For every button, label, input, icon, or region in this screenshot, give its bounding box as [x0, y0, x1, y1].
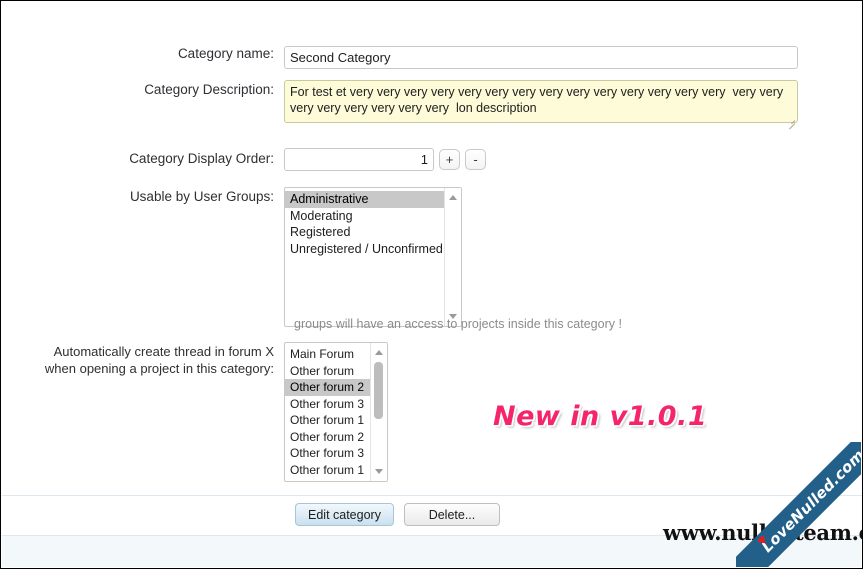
list-item[interactable]: Other forum 1: [285, 462, 371, 479]
category-description-textarea[interactable]: For test et very very very very very ver…: [284, 80, 798, 123]
field-row-auto-create-thread: Automatically create thread in forum X w…: [1, 342, 862, 482]
forum-scrollbar[interactable]: [370, 343, 387, 481]
form-actions: Edit category Delete...: [295, 503, 500, 526]
list-item[interactable]: Other forum 2: [285, 429, 371, 446]
label-display-order: Category Display Order:: [129, 151, 274, 166]
forum-listbox[interactable]: Main Forum Other forum Other forum 2 Oth…: [284, 342, 388, 482]
user-groups-listbox[interactable]: Administrative Moderating Registered Unr…: [284, 187, 462, 327]
field-row-category-name: Category name:: [1, 46, 862, 69]
edit-category-button[interactable]: Edit category: [295, 503, 394, 526]
scroll-up-icon[interactable]: [371, 345, 386, 360]
list-item[interactable]: Other forum 3: [285, 445, 371, 462]
display-order-decrement-button[interactable]: -: [465, 149, 486, 170]
display-order-increment-button[interactable]: +: [439, 149, 460, 170]
list-item[interactable]: Other forum 3: [285, 396, 371, 413]
divider: [2, 495, 862, 496]
delete-button[interactable]: Delete...: [403, 503, 500, 526]
user-groups-hint: groups will have an access to projects i…: [294, 317, 622, 331]
list-item[interactable]: Moderating: [285, 208, 445, 225]
list-item[interactable]: Unregistered / Unconfirmed: [285, 241, 445, 258]
scroll-down-icon[interactable]: [371, 464, 386, 479]
scroll-up-icon[interactable]: [445, 190, 460, 205]
list-item[interactable]: Administrative: [285, 191, 445, 208]
list-item[interactable]: Other forum: [285, 363, 371, 380]
auto-create-thread-label-line1: Automatically create thread in forum X: [53, 344, 274, 359]
field-row-category-description: Category Description: For test et very v…: [1, 80, 862, 130]
list-item[interactable]: Other forum 2: [285, 379, 371, 396]
label-auto-create-thread: Automatically create thread in forum X w…: [1, 342, 284, 377]
auto-create-thread-label-line2: when opening a project in this category:: [44, 361, 274, 376]
scrollbar-thumb[interactable]: [374, 362, 383, 419]
field-row-user-groups: Usable by User Groups: Administrative Mo…: [1, 187, 862, 327]
list-item[interactable]: Main Forum: [285, 346, 371, 363]
footer-band: [2, 535, 861, 567]
user-groups-scrollbar[interactable]: [444, 188, 461, 326]
screenshot-root: Category name: Category Description: For…: [0, 0, 863, 569]
user-groups-options: Administrative Moderating Registered Unr…: [285, 188, 445, 326]
forum-options: Main Forum Other forum Other forum 2 Oth…: [285, 343, 371, 481]
category-name-input[interactable]: [284, 46, 798, 69]
list-item[interactable]: Other forum 1: [285, 412, 371, 429]
description-wrapper: For test et very very very very very ver…: [284, 80, 798, 130]
label-category-name: Category name:: [177, 46, 274, 61]
label-category-description: Category Description:: [144, 82, 274, 97]
category-edit-form: Category name: Category Description: For…: [1, 1, 862, 327]
list-item[interactable]: Registered: [285, 224, 445, 241]
display-order-input[interactable]: [284, 148, 434, 171]
field-row-display-order: Category Display Order: + -: [1, 148, 862, 171]
label-user-groups: Usable by User Groups:: [129, 189, 274, 204]
